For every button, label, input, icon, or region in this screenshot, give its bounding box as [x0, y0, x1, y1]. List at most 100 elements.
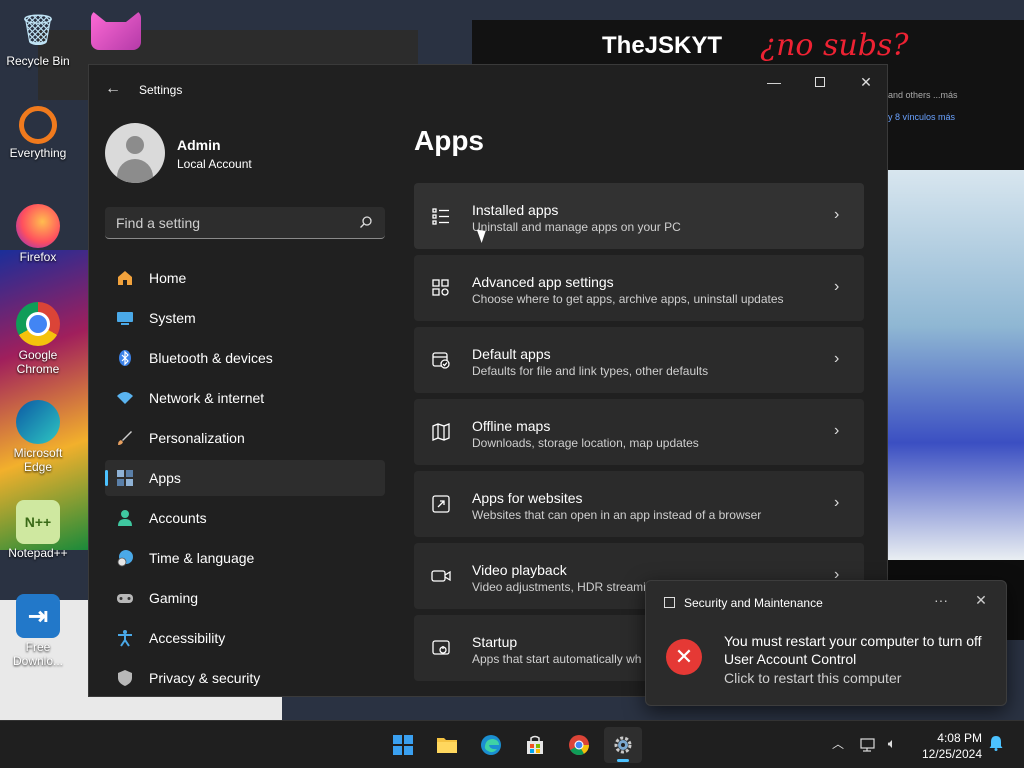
card-advanced-app-settings[interactable]: Advanced app settings Choose where to ge… [414, 255, 864, 321]
background-image-panel [888, 170, 1024, 560]
notification-bell-icon[interactable] [986, 735, 1006, 755]
volume-icon[interactable]: 🔈︎ [882, 735, 902, 755]
start-button[interactable] [384, 727, 422, 763]
desktop-icon-label: Firefox [19, 250, 57, 264]
card-apps-for-websites[interactable]: Apps for websites Websites that can open… [414, 471, 864, 537]
taskbar-chrome[interactable] [560, 727, 598, 763]
background-channel-name: TheJSKYT [602, 32, 723, 59]
startup-icon [430, 637, 452, 659]
desktop-icon-shortcut[interactable] [88, 10, 144, 50]
sidebar-item-label: Personalization [149, 430, 245, 446]
user-profile[interactable]: Admin Local Account [105, 123, 385, 185]
card-title: Advanced app settings [472, 274, 614, 290]
sidebar-item-label: Network & internet [149, 390, 265, 406]
toast-message: User Account Control [724, 651, 857, 667]
toast-notification[interactable]: Security and Maintenance ··· ✕ ✕ You mus… [645, 580, 1007, 706]
desktop-icon-label: Google Chrome [16, 348, 60, 376]
card-title: Offline maps [472, 418, 551, 434]
magnifier-icon [19, 106, 57, 144]
back-button[interactable]: ← [101, 77, 125, 101]
chevron-right-icon: › [834, 278, 840, 295]
taskbar-edge[interactable] [472, 727, 510, 763]
search-icon[interactable] [359, 215, 373, 229]
toast-action-text[interactable]: Click to restart this computer [724, 670, 901, 686]
sidebar-item-label: Home [149, 270, 187, 286]
sidebar-item-system[interactable]: System [105, 300, 385, 336]
desktop-icon-edge[interactable]: Microsoft Edge [0, 400, 76, 474]
desktop-icon-firefox[interactable]: Firefox [0, 204, 76, 264]
desktop-icon-label: Free Downlo... [12, 640, 64, 668]
sidebar-item-bluetooth[interactable]: Bluetooth & devices [105, 340, 385, 376]
taskbar-microsoft-store[interactable] [516, 727, 554, 763]
maximize-button[interactable] [797, 65, 843, 99]
sidebar-item-apps[interactable]: Apps [105, 460, 385, 496]
profile-name: Admin [177, 137, 221, 153]
card-title: Apps for websites [472, 490, 583, 506]
download-manager-icon: ⇥ [16, 594, 60, 638]
search-box[interactable] [105, 207, 385, 239]
apps-icon [115, 468, 135, 488]
more-options-button[interactable]: ··· [932, 592, 950, 612]
minimize-button[interactable]: — [751, 65, 797, 99]
network-icon[interactable] [858, 735, 878, 755]
chrome-icon [569, 735, 590, 756]
title-bar[interactable]: ← Settings — ✕ [89, 65, 887, 113]
toast-app-name: Security and Maintenance [684, 596, 823, 610]
clock-date[interactable]: 12/25/2024 [912, 747, 982, 761]
maximize-icon [815, 77, 825, 87]
card-title: Startup [472, 634, 518, 650]
external-link-icon [430, 493, 452, 515]
sidebar-item-home[interactable]: Home [105, 260, 385, 296]
clock-time[interactable]: 4:08 PM [912, 731, 982, 745]
sidebar-item-gaming[interactable]: Gaming [105, 580, 385, 616]
background-text-line: and others ...más [888, 90, 958, 100]
edge-icon [481, 735, 501, 755]
avatar-body [117, 159, 153, 183]
globe-icon [115, 548, 135, 568]
sidebar-item-privacy-security[interactable]: Privacy & security [105, 660, 385, 696]
arrow-left-icon: ← [105, 80, 121, 97]
card-title: Default apps [472, 346, 551, 362]
sidebar-item-network[interactable]: Network & internet [105, 380, 385, 416]
desktop-icon-chrome[interactable]: Google Chrome [0, 302, 76, 376]
card-title: Installed apps [472, 202, 559, 218]
card-description: Apps that start automatically wh [472, 652, 642, 666]
sidebar-item-label: Accounts [149, 510, 207, 526]
search-input[interactable] [105, 207, 355, 238]
system-icon [115, 308, 135, 328]
sidebar-item-personalization[interactable]: Personalization [105, 420, 385, 456]
accounts-icon [115, 508, 135, 528]
sidebar-item-accessibility[interactable]: Accessibility [105, 620, 385, 656]
desktop-icon-notepad-plus-plus[interactable]: N++ Notepad++ [0, 500, 76, 560]
installed-apps-icon [430, 205, 452, 227]
sidebar-item-accounts[interactable]: Accounts [105, 500, 385, 536]
advanced-settings-icon [430, 277, 452, 299]
background-handwriting: ¿no subs? [760, 28, 909, 63]
sidebar-item-time-language[interactable]: Time & language [105, 540, 385, 576]
chrome-icon [16, 302, 60, 346]
background-text-line: y 8 vínculos más [888, 112, 956, 122]
show-hidden-icons-button[interactable]: ︿ [828, 735, 848, 755]
chevron-up-icon: ︿ [831, 737, 844, 751]
desktop-icon-everything[interactable]: Everything [0, 106, 76, 160]
sidebar-item-label: Accessibility [149, 630, 226, 646]
close-button[interactable]: ✕ [843, 65, 887, 99]
firefox-icon [16, 204, 60, 248]
card-default-apps[interactable]: Default apps Defaults for file and link … [414, 327, 864, 393]
taskbar-file-explorer[interactable] [428, 727, 466, 763]
taskbar: ︿ 🔈︎ 4:08 PM 12/25/2024 [0, 720, 1024, 768]
chevron-right-icon: › [834, 494, 840, 511]
sidebar-nav: Home System Bluetooth & devices Network … [105, 260, 385, 696]
window-title: Settings [139, 83, 183, 97]
security-maintenance-icon [664, 597, 675, 608]
desktop-icon-recycle-bin[interactable]: 🗑 Recycle Bin [0, 8, 76, 69]
taskbar-settings[interactable] [604, 727, 642, 763]
store-icon [527, 735, 543, 754]
card-offline-maps[interactable]: Offline maps Downloads, storage location… [414, 399, 864, 465]
card-description: Choose where to get apps, archive apps, … [472, 292, 784, 306]
toast-close-button[interactable]: ✕ [972, 592, 990, 612]
desktop-icon-free-download-manager[interactable]: ⇥ Free Downlo... [0, 594, 76, 668]
shield-icon [115, 668, 135, 688]
toast-message: You must restart your computer to turn o… [724, 633, 982, 649]
card-title: Video playback [472, 562, 567, 578]
